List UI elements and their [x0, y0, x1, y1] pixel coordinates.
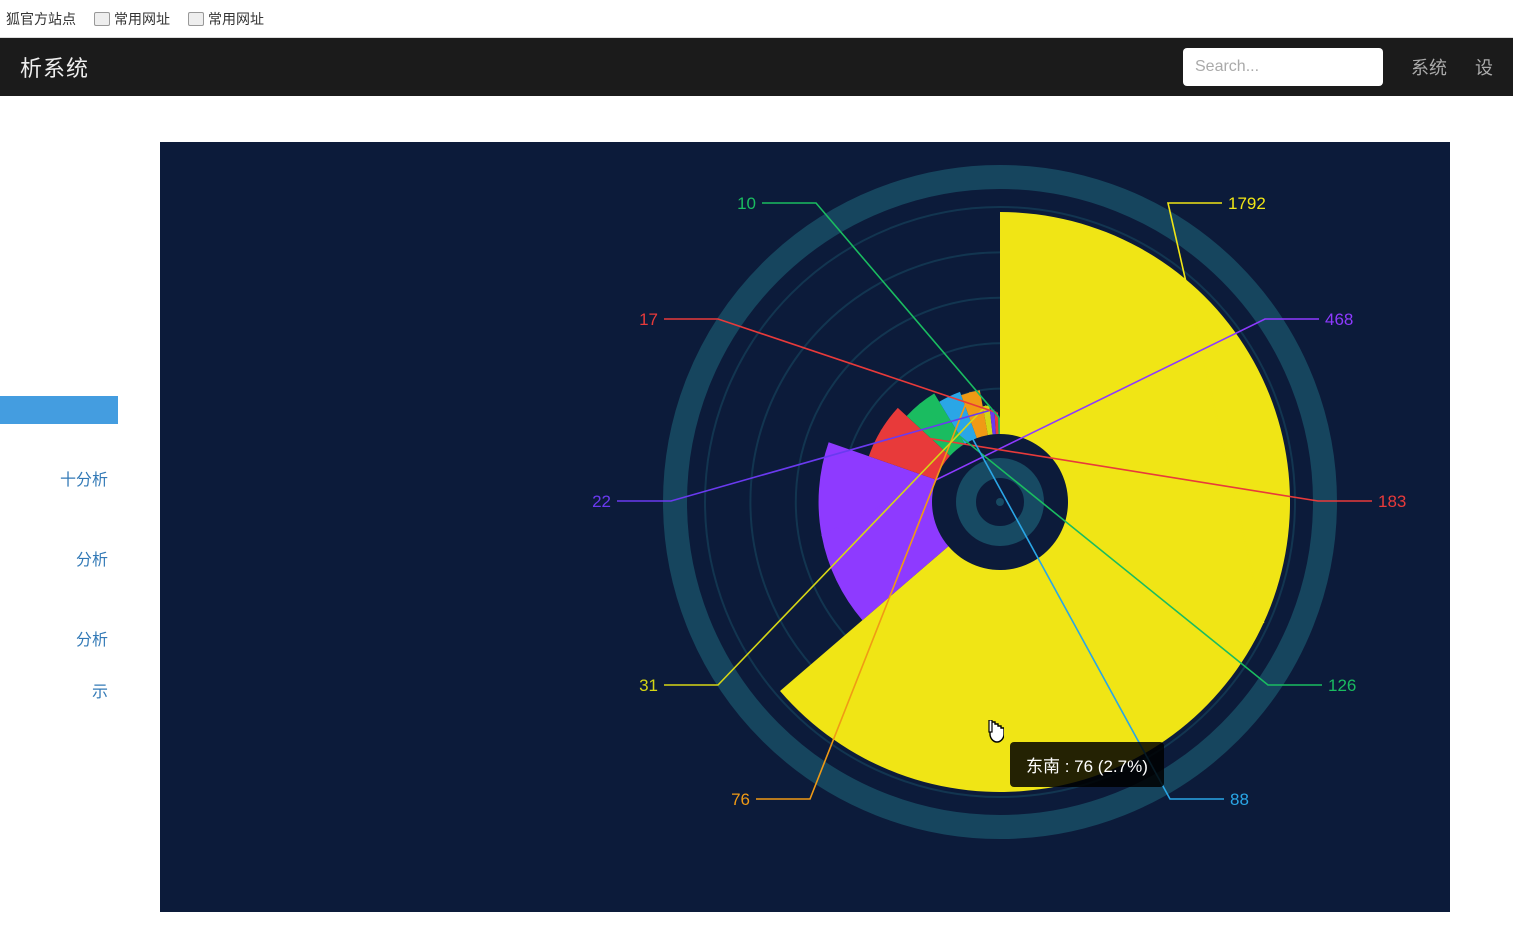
sidebar-item-active[interactable] [0, 396, 118, 424]
sidebar-item[interactable]: 分析 [0, 532, 118, 584]
slice-label: 22 [592, 492, 611, 512]
bookmark-item[interactable]: 狐官方站点 [6, 9, 76, 29]
slice-label: 76 [731, 790, 750, 810]
sidebar: 十分析 分析 分析 示 [0, 96, 118, 946]
sidebar-item-label: 分析 [76, 632, 108, 649]
search-input[interactable] [1183, 48, 1383, 86]
slice-label: 1792 [1228, 194, 1266, 214]
sidebar-item[interactable]: 分析 [0, 612, 118, 664]
nav-right: 系统 设 [1183, 48, 1493, 86]
sidebar-item-label: 十分析 [60, 472, 108, 489]
sidebar-item-label: 分析 [76, 552, 108, 569]
layout: 十分析 分析 分析 示 东南 : 76 (2.7%) 1792468183126… [0, 96, 1513, 946]
chart-svg [160, 142, 1450, 912]
nav-link-system[interactable]: 系统 [1411, 54, 1447, 80]
slice-label: 31 [639, 676, 658, 696]
sidebar-spacer [0, 136, 118, 396]
bookmark-item[interactable]: 常用网址 [188, 9, 264, 29]
app-title: 析系统 [20, 51, 89, 83]
sidebar-item[interactable]: 十分析 [0, 452, 118, 504]
top-nav: 析系统 系统 设 [0, 38, 1513, 96]
rose-chart[interactable]: 东南 : 76 (2.7%) 1792468183126887631221710 [160, 142, 1450, 912]
folder-icon [188, 12, 204, 26]
bookmark-label: 常用网址 [208, 9, 264, 29]
bookmark-item[interactable]: 常用网址 [94, 9, 170, 29]
slice-label: 126 [1328, 676, 1356, 696]
main: 东南 : 76 (2.7%) 1792468183126887631221710 [118, 96, 1513, 946]
slice-label: 10 [737, 194, 756, 214]
sidebar-item[interactable]: 示 [0, 664, 118, 716]
bookmark-label: 常用网址 [114, 9, 170, 29]
slice-label: 17 [639, 310, 658, 330]
bookmark-bar: 狐官方站点 常用网址 常用网址 [0, 0, 1513, 38]
bookmark-label: 狐官方站点 [6, 9, 76, 29]
folder-icon [94, 12, 110, 26]
slice-label: 468 [1325, 310, 1353, 330]
sidebar-item-label: 示 [92, 684, 108, 701]
nav-link-settings[interactable]: 设 [1475, 54, 1493, 80]
slice-label: 183 [1378, 492, 1406, 512]
slice-label: 88 [1230, 790, 1249, 810]
